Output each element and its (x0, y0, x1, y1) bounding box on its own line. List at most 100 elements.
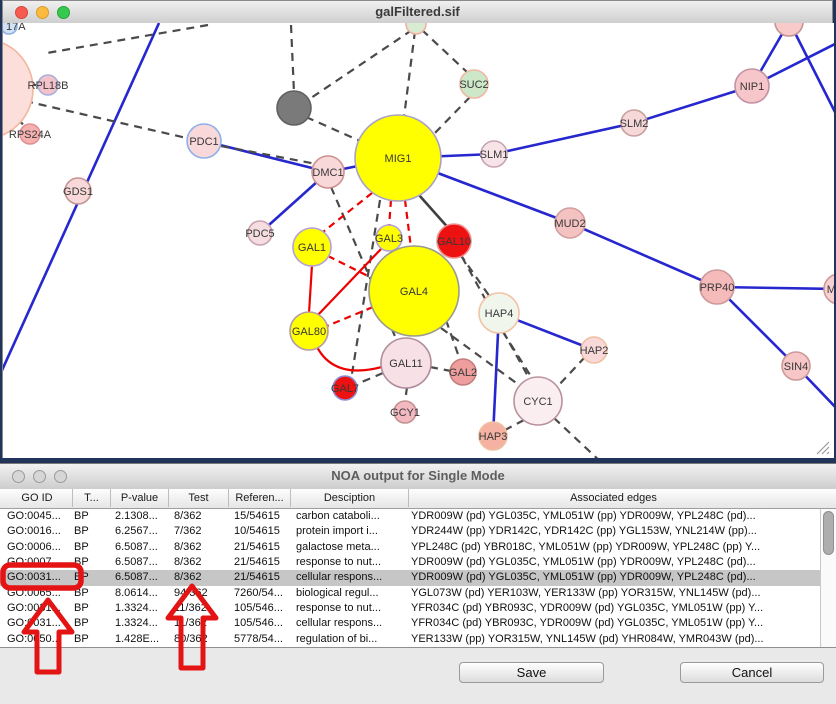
node-GAL4[interactable]: GAL4 (369, 246, 459, 336)
network-edge[interactable] (554, 418, 602, 458)
table-cell: GO:0006... (7, 540, 70, 555)
scrollbar-thumb[interactable] (823, 511, 834, 555)
svg-text:MIG1: MIG1 (385, 153, 412, 165)
table-cell: response to nut... (296, 555, 406, 570)
node-MUD2[interactable]: MUD2 (554, 208, 585, 238)
table-cell: protein import i... (296, 524, 406, 539)
table-row[interactable]: GO:0006...BP6.5087...8/36221/54615galact… (0, 540, 820, 555)
node-MSN[interactable]: MSN (824, 274, 834, 304)
table-row[interactable]: GO:0050...BP1.428E...80/3625778/54...reg… (0, 632, 820, 647)
node-GAL3[interactable]: GAL3 (375, 225, 403, 251)
node-NIP1[interactable]: NIP1 (735, 69, 769, 103)
network-edge[interactable] (505, 420, 524, 430)
table-row[interactable]: GO:0031...BP1.3324...11/362105/546...cel… (0, 616, 820, 631)
noa-output-window: NOA output for Single Mode GO IDT...P-va… (0, 463, 836, 704)
svg-text:SUC2: SUC2 (459, 79, 488, 91)
node-HAP4[interactable]: HAP4 (479, 293, 519, 333)
node-GCY1[interactable]: GCY1 (390, 401, 420, 423)
node-GAL80[interactable]: GAL80 (290, 312, 328, 350)
network-graph[interactable]: RPL18BRPS24AGDS1PDC1DMC1MIG1SUC2SLM1SLM2… (3, 23, 834, 458)
network-edge[interactable] (570, 223, 717, 287)
node-SIN4[interactable]: SIN4 (782, 352, 810, 380)
table-cell: GO:0031... (7, 616, 70, 631)
table-row[interactable]: GO:0065...BP8.0614...94/3627260/54...bio… (0, 586, 820, 601)
svg-text:GAL11: GAL11 (389, 358, 422, 370)
network-edge[interactable] (327, 307, 373, 326)
network-edge[interactable] (494, 123, 634, 154)
network-edge[interactable] (47, 25, 208, 53)
network-canvas[interactable]: RPL18BRPS24AGDS1PDC1DMC1MIG1SUC2SLM1SLM2… (3, 23, 834, 458)
table-cell: YGL073W (pd) YER103W, YER133W (pp) YOR31… (411, 586, 816, 601)
node-SLM2[interactable]: SLM2 (620, 110, 649, 136)
table-cell: 21/54615 (234, 540, 294, 555)
column-header-test[interactable]: Test (168, 489, 228, 507)
network-edge[interactable] (404, 31, 415, 117)
network-edge[interactable] (357, 373, 383, 384)
table-row[interactable]: GO:0007...BP6.5087...8/36221/54615respon… (0, 555, 820, 570)
table-cell: 15/54615 (234, 509, 294, 524)
node-GAL7[interactable]: GAL7 (331, 376, 359, 400)
svg-text:GAL80: GAL80 (292, 326, 326, 338)
network-edge[interactable] (405, 200, 411, 248)
node-HAP2[interactable]: HAP2 (580, 337, 609, 363)
table-cell: 1.3324... (115, 601, 171, 616)
network-edge[interactable] (634, 86, 752, 123)
network-edge[interactable] (503, 332, 532, 378)
node-PDC1[interactable]: PDC1 (187, 124, 221, 158)
column-header-associatededges[interactable]: Associated edges (408, 489, 818, 507)
node-partial-top-right[interactable] (775, 23, 803, 36)
node-GAL2[interactable]: GAL2 (449, 359, 477, 385)
network-edge[interactable] (557, 357, 585, 387)
noa-window-titlebar[interactable]: NOA output for Single Mode (0, 464, 836, 490)
table-cell: GO:0050... (7, 632, 70, 647)
node-gray-node[interactable] (277, 91, 311, 125)
network-edge[interactable] (405, 387, 407, 402)
node-SLM1[interactable]: SLM1 (480, 141, 509, 167)
table-cell: YER133W (pp) YOR315W, YNL145W (pd) YHR08… (411, 632, 816, 647)
network-edge[interactable] (316, 345, 382, 371)
table-cell: GO:0045... (7, 509, 70, 524)
table-cell: 8/362 (174, 555, 230, 570)
cancel-button[interactable]: Cancel (680, 662, 824, 683)
network-edge[interactable] (305, 30, 412, 102)
network-edge[interactable] (291, 25, 294, 93)
node-GAL1[interactable]: GAL1 (293, 228, 331, 266)
network-edge[interactable] (433, 97, 470, 135)
column-header-t[interactable]: T... (72, 489, 110, 507)
network-edge[interactable] (309, 265, 312, 313)
node-PRP40[interactable]: PRP40 (700, 270, 735, 304)
save-button[interactable]: Save (459, 662, 604, 683)
svg-text:PDC5: PDC5 (245, 228, 274, 240)
noa-table-body[interactable]: GO:0045... BP 2.1308... 8/362 15/54615carbon… (0, 509, 820, 647)
network-edge[interactable] (422, 30, 468, 73)
node-CYC1[interactable]: CYC1 (514, 377, 562, 425)
network-edge[interactable] (430, 367, 451, 371)
node-MIG1[interactable]: MIG1 (355, 115, 441, 201)
node-DMC1[interactable]: DMC1 (312, 156, 344, 188)
node-HAP3[interactable]: HAP3 (479, 422, 508, 450)
column-header-desciption[interactable]: Desciption (290, 489, 408, 507)
column-header-referen[interactable]: Referen... (228, 489, 290, 507)
node-GAL10[interactable]: GAL10 (437, 224, 471, 258)
table-cell: BP (74, 616, 110, 631)
table-row[interactable]: GO:0016...BP6.2567...7/36210/54615protei… (0, 524, 820, 539)
table-cell: 94/362 (174, 586, 230, 601)
table-cell: 8/362 (174, 540, 230, 555)
table-row[interactable]: GO:0045...BP2.1308...8/36215/54615carbon… (0, 509, 820, 524)
vertical-scrollbar[interactable] (820, 509, 836, 647)
column-header-pvalue[interactable]: P-value (110, 489, 168, 507)
svg-text:GAL3: GAL3 (375, 233, 403, 245)
network-edge[interactable] (306, 117, 367, 144)
table-row[interactable]: GO:0031...BP6.5087...8/36221/54615cellul… (0, 570, 820, 585)
resize-handle-icon[interactable] (816, 441, 830, 455)
column-header-goid[interactable]: GO ID (2, 489, 72, 507)
node-SUC2[interactable]: SUC2 (459, 70, 488, 98)
table-cell: 2.1308... (115, 509, 171, 524)
table-cell: carbon cataboli... (296, 509, 406, 524)
node-GAL11[interactable]: GAL11 (381, 338, 431, 388)
table-row[interactable]: GO:0031...BP1.3324...11/362105/546...res… (0, 601, 820, 616)
table-cell: GO:0065... (7, 586, 70, 601)
network-window-titlebar[interactable]: galFiltered.sif (3, 1, 832, 24)
network-edge[interactable] (389, 200, 391, 227)
network-edge[interactable] (791, 25, 834, 116)
